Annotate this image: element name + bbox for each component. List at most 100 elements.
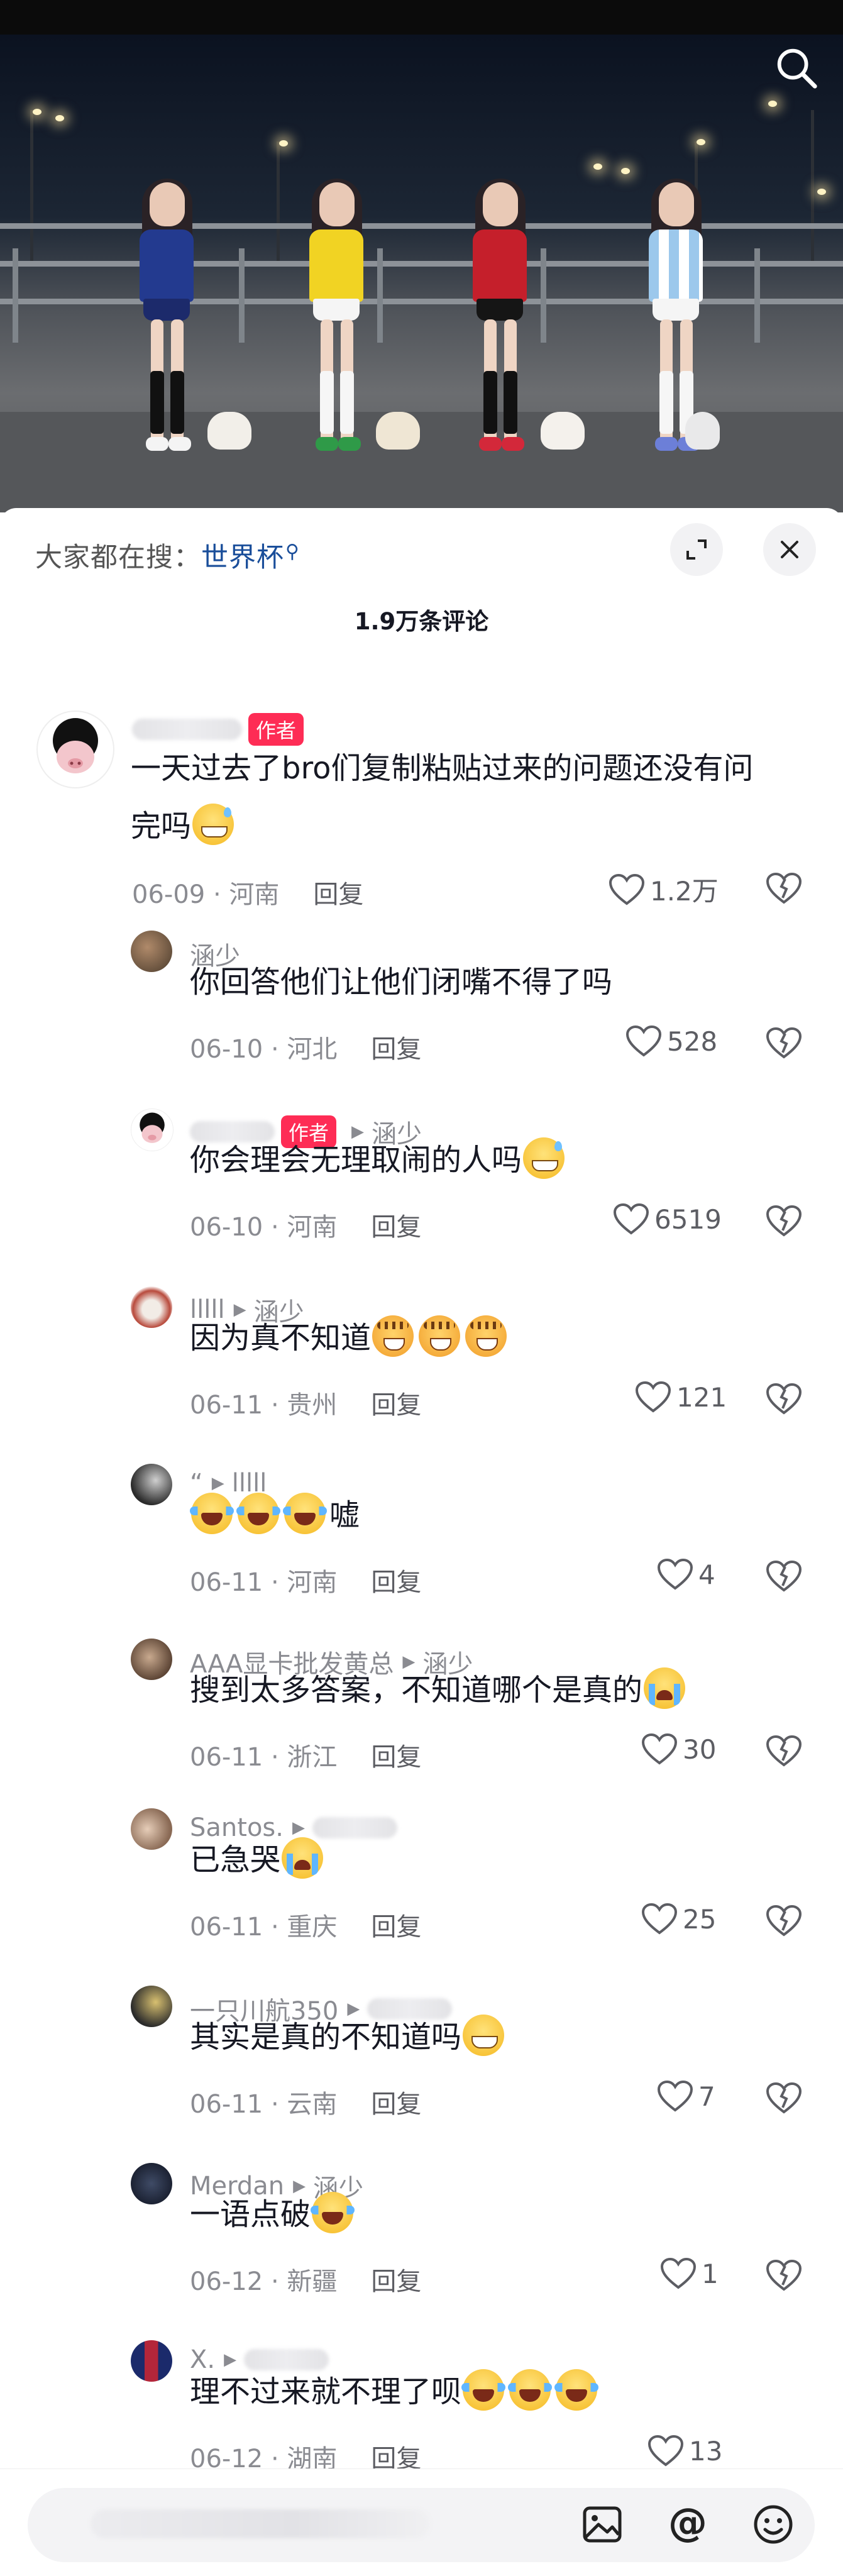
dislike-icon[interactable]: [766, 1026, 802, 1060]
avatar[interactable]: [131, 1808, 172, 1850]
avatar[interactable]: [131, 931, 172, 972]
comment-count: 1.9万条评论: [354, 608, 489, 635]
dislike-icon[interactable]: [766, 2081, 802, 2115]
reply-text: 已急哭: [190, 1831, 327, 1889]
avatar[interactable]: [131, 1639, 172, 1680]
blurred-username: [132, 719, 242, 740]
laugh-cry-emoji: [461, 2369, 506, 2411]
reply-meta: 06-11 · 贵州 回复: [190, 1391, 422, 1420]
avatar[interactable]: [131, 1108, 174, 1151]
dislike-icon[interactable]: [766, 1559, 802, 1593]
dislike-icon[interactable]: [766, 871, 802, 905]
heart-icon: [657, 2080, 693, 2112]
svg-text:@: @: [668, 2499, 707, 2545]
lamp-post: [811, 110, 814, 261]
like-count: 7: [698, 2081, 715, 2112]
reply-text: 你会理会无理取闹的人吗: [190, 1131, 568, 1189]
like-button[interactable]: 7: [657, 2080, 715, 2113]
avatar[interactable]: [36, 710, 114, 788]
reply-text: 嘘: [190, 1486, 360, 1544]
close-icon: [781, 541, 798, 558]
dislike-icon[interactable]: [766, 2258, 802, 2292]
reply-button[interactable]: 回复: [371, 1568, 421, 1597]
avatar[interactable]: [131, 1286, 172, 1328]
expand-button[interactable]: [670, 523, 723, 576]
like-button[interactable]: 4: [657, 1558, 715, 1591]
grin-sweat-emoji: [523, 1137, 565, 1179]
reply-button[interactable]: 回复: [371, 2090, 421, 2119]
laugh-cry-emoji: [190, 1493, 234, 1534]
street-lamp: [279, 140, 288, 146]
image-icon[interactable]: [577, 2499, 627, 2550]
like-button[interactable]: 13: [647, 2435, 722, 2467]
reply-text: 理不过来就不理了呗: [190, 2363, 601, 2421]
tiger-emoji: [372, 1315, 414, 1357]
hot-search-bar: 大家都在搜：世界杯⚲: [35, 536, 300, 575]
dancer-1: [132, 179, 201, 472]
like-count: 6519: [654, 1203, 722, 1235]
reply-button[interactable]: 回复: [371, 1743, 421, 1772]
like-count: 25: [683, 1903, 717, 1935]
avatar[interactable]: [131, 2340, 172, 2382]
comment-text: 一天过去了bro们复制粘贴过来的问题还没有问 完吗: [131, 751, 754, 845]
at-icon[interactable]: @: [663, 2499, 713, 2550]
loud-cry-emoji: [644, 1667, 686, 1709]
reply-meta: 06-11 · 河南 回复: [190, 1568, 422, 1597]
rail-post: [239, 248, 245, 343]
magnifier-icon: ⚲: [285, 541, 300, 563]
avatar[interactable]: [131, 1464, 172, 1505]
like-button[interactable]: 25: [641, 1903, 716, 1935]
like-button[interactable]: 1: [660, 2257, 719, 2290]
like-button[interactable]: 121: [635, 1381, 727, 1413]
reply-button[interactable]: 回复: [371, 2267, 421, 2296]
comment-meta: 06-09 · 河南 回复: [132, 880, 364, 909]
dislike-icon[interactable]: [766, 1382, 802, 1416]
reply-button[interactable]: 回复: [371, 1035, 421, 1064]
heart-icon: [657, 1558, 693, 1590]
reply-text: 其实是真的不知道吗: [190, 2008, 508, 2066]
avatar[interactable]: [131, 2163, 172, 2204]
like-count: 13: [689, 2435, 723, 2467]
like-button[interactable]: 30: [641, 1733, 716, 1766]
laugh-cry-emoji: [311, 2192, 355, 2233]
like-button[interactable]: 528: [625, 1025, 717, 1058]
rail-post: [541, 248, 546, 343]
reply-meta: 06-10 · 河北 回复: [190, 1035, 422, 1064]
close-button[interactable]: [763, 523, 816, 576]
expand-icon: [686, 539, 707, 560]
reply-button[interactable]: 回复: [313, 880, 363, 909]
heart-icon: [647, 2435, 684, 2467]
dancer-2: [302, 179, 371, 472]
guard-rail: [0, 223, 843, 229]
rail-post: [13, 248, 18, 343]
reply-button[interactable]: 回复: [371, 1391, 421, 1420]
lamp-post: [30, 110, 33, 261]
street-lamp: [697, 139, 705, 145]
search-icon[interactable]: [772, 43, 821, 92]
street-lamp: [593, 163, 602, 170]
reply-text: 因为真不知道: [190, 1309, 510, 1367]
avatar[interactable]: [131, 1986, 172, 2027]
dislike-icon[interactable]: [766, 1904, 802, 1938]
reply-meta: 06-12 · 新疆 回复: [190, 2267, 422, 2296]
street-lamp: [768, 101, 777, 107]
like-button[interactable]: 6519: [613, 1203, 722, 1235]
heart-icon: [613, 1203, 649, 1235]
reply-button[interactable]: 回复: [371, 1213, 421, 1242]
like-button[interactable]: 1.2万: [609, 870, 719, 909]
rail-post: [377, 248, 383, 343]
dog: [376, 412, 420, 450]
reply-button[interactable]: 回复: [371, 1913, 421, 1942]
reply-text: 你回答他们让他们闭嘴不得了吗: [190, 965, 613, 1000]
input-placeholder: [91, 2509, 430, 2538]
reply-text: 搜到太多答案，不知道哪个是真的: [190, 1661, 689, 1719]
street-lamp: [55, 115, 64, 121]
dislike-icon[interactable]: [766, 1204, 802, 1238]
emoji-icon[interactable]: [748, 2499, 798, 2550]
like-count: 121: [676, 1381, 727, 1413]
dog: [541, 412, 585, 450]
dislike-icon[interactable]: [766, 1734, 802, 1768]
tiger-emoji: [465, 1315, 507, 1357]
video-player[interactable]: [0, 35, 843, 512]
hot-search-link[interactable]: 世界杯⚲: [201, 541, 300, 573]
